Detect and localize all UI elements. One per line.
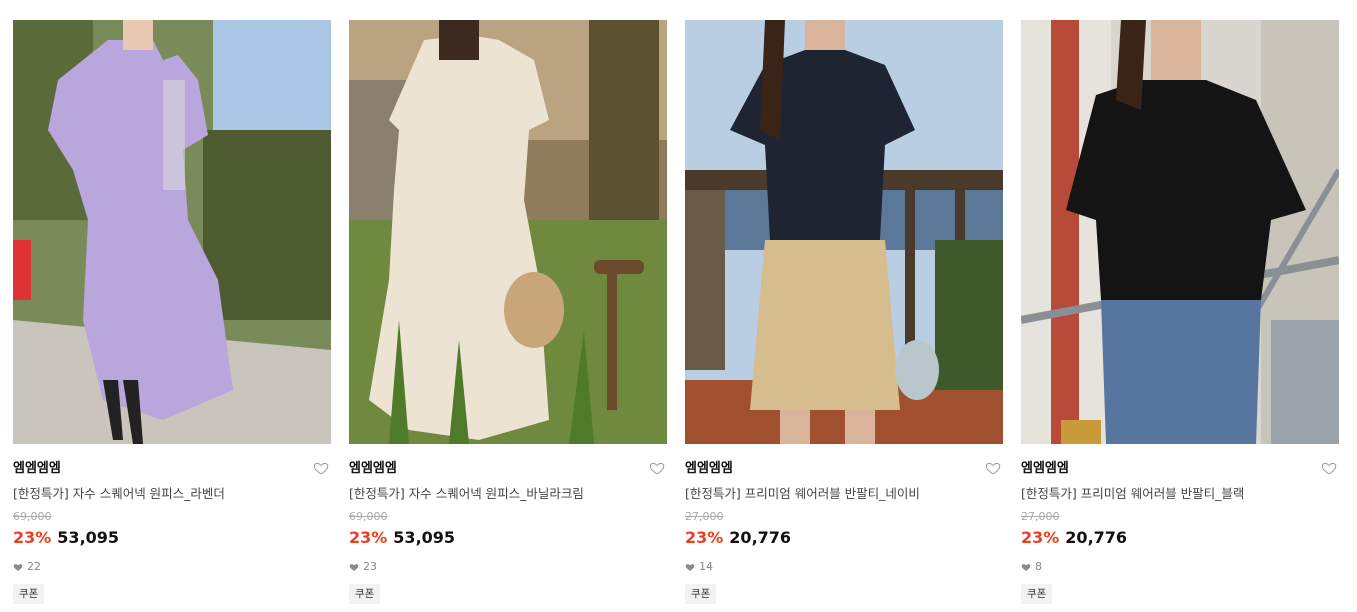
heart-filled-icon bbox=[349, 564, 359, 571]
product-photo-navy-tee bbox=[685, 20, 1003, 444]
product-card[interactable]: 엠엠엠엠 [한정특가] 자수 스퀘어넥 원피스_라벤더 69,000 23% 53… bbox=[13, 20, 331, 604]
heart-filled-icon bbox=[1021, 564, 1031, 571]
like-count-value: 22 bbox=[27, 560, 41, 573]
original-price: 69,000 bbox=[349, 510, 388, 523]
brand-name[interactable]: 엠엠엠엠 bbox=[685, 460, 1003, 478]
original-price: 27,000 bbox=[685, 510, 724, 523]
heart-filled-icon bbox=[13, 564, 23, 571]
product-card[interactable]: 엠엠엠엠 [한정특가] 프리미엄 웨어러블 반팔티_네이비 27,000 23%… bbox=[685, 20, 1003, 604]
original-price: 27,000 bbox=[1021, 510, 1060, 523]
product-photo-cream-dress bbox=[349, 20, 667, 444]
product-image[interactable] bbox=[13, 20, 331, 444]
coupon-badge: 쿠폰 bbox=[349, 584, 381, 604]
original-price: 69,000 bbox=[13, 510, 52, 523]
sale-price: 20,776 bbox=[1065, 528, 1128, 547]
coupon-badge: 쿠폰 bbox=[1021, 584, 1053, 604]
discount-rate: 23% bbox=[685, 528, 724, 547]
product-card[interactable]: 엠엠엠엠 [한정특가] 프리미엄 웨어러블 반팔티_블랙 27,000 23% 2… bbox=[1021, 20, 1339, 604]
heart-icon[interactable] bbox=[985, 460, 1001, 476]
sale-price: 20,776 bbox=[729, 528, 792, 547]
like-count-value: 8 bbox=[1035, 560, 1042, 573]
price-row: 23% 20,776 bbox=[1021, 528, 1339, 548]
product-image[interactable] bbox=[349, 20, 667, 444]
heart-icon[interactable] bbox=[1321, 460, 1337, 476]
product-card[interactable]: 엠엠엠엠 [한정특가] 자수 스퀘어넥 원피스_바닐라크림 69,000 23%… bbox=[349, 20, 667, 604]
like-count-value: 23 bbox=[363, 560, 377, 573]
like-count: 22 bbox=[13, 560, 331, 574]
product-name[interactable]: [한정특가] 프리미엄 웨어러블 반팔티_블랙 bbox=[1021, 486, 1339, 502]
like-count: 23 bbox=[349, 560, 667, 574]
price-row: 23% 53,095 bbox=[13, 528, 331, 548]
brand-name[interactable]: 엠엠엠엠 bbox=[1021, 460, 1339, 478]
discount-rate: 23% bbox=[349, 528, 388, 547]
like-count-value: 14 bbox=[699, 560, 713, 573]
product-grid: 엠엠엠엠 [한정특가] 자수 스퀘어넥 원피스_라벤더 69,000 23% 53… bbox=[0, 0, 1357, 612]
heart-icon[interactable] bbox=[313, 460, 329, 476]
like-count: 14 bbox=[685, 560, 1003, 574]
price-row: 23% 53,095 bbox=[349, 528, 667, 548]
heart-icon[interactable] bbox=[649, 460, 665, 476]
product-name[interactable]: [한정특가] 자수 스퀘어넥 원피스_라벤더 bbox=[13, 486, 331, 502]
discount-rate: 23% bbox=[13, 528, 52, 547]
product-image[interactable] bbox=[685, 20, 1003, 444]
heart-filled-icon bbox=[685, 564, 695, 571]
product-photo-black-tee bbox=[1021, 20, 1339, 444]
product-photo-lavender-dress bbox=[13, 20, 331, 444]
price-row: 23% 20,776 bbox=[685, 528, 1003, 548]
coupon-badge: 쿠폰 bbox=[13, 584, 45, 604]
product-image[interactable] bbox=[1021, 20, 1339, 444]
sale-price: 53,095 bbox=[393, 528, 456, 547]
coupon-badge: 쿠폰 bbox=[685, 584, 717, 604]
product-name[interactable]: [한정특가] 자수 스퀘어넥 원피스_바닐라크림 bbox=[349, 486, 667, 502]
brand-name[interactable]: 엠엠엠엠 bbox=[13, 460, 331, 478]
brand-name[interactable]: 엠엠엠엠 bbox=[349, 460, 667, 478]
sale-price: 53,095 bbox=[57, 528, 120, 547]
discount-rate: 23% bbox=[1021, 528, 1060, 547]
product-name[interactable]: [한정특가] 프리미엄 웨어러블 반팔티_네이비 bbox=[685, 486, 1003, 502]
like-count: 8 bbox=[1021, 560, 1339, 574]
